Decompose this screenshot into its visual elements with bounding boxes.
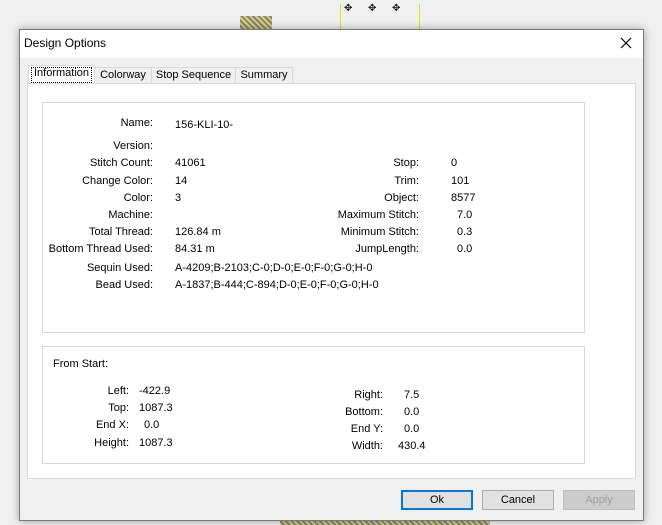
object-label: Object:	[384, 192, 419, 204]
bottom-value: 0.0	[404, 406, 420, 418]
top-value: 1087.3	[139, 402, 173, 414]
end-x-value: 0.0	[144, 419, 160, 431]
left-value: -422.9	[139, 385, 171, 397]
embroidery-fragment-top-left	[240, 16, 272, 30]
minimum-stitch-label: Minimum Stitch:	[340, 226, 419, 238]
tab-label: Colorway	[100, 69, 146, 81]
object-value: 8577	[451, 192, 476, 204]
total-thread-label: Total Thread:	[88, 226, 153, 238]
right-value: 7.5	[404, 389, 420, 401]
version-label: Version:	[113, 140, 153, 152]
change-color-value: 14	[175, 175, 188, 187]
bead-used-label: Bead Used:	[95, 279, 153, 291]
information-panel: Name: 156-KLI-10- Version: Stitch Count:…	[27, 83, 636, 479]
bottom-thread-label: Bottom Thread Used:	[48, 243, 153, 255]
tab-label: Stop Sequence	[155, 69, 232, 81]
jump-length-value: 0.0	[457, 243, 473, 255]
name-value: 156-KLI-10-	[175, 119, 234, 131]
ok-button[interactable]: Ok	[401, 490, 473, 510]
height-value: 1087.3	[139, 437, 173, 449]
end-y-value: 0.0	[404, 423, 420, 435]
end-x-label: End X:	[95, 419, 129, 431]
close-icon	[620, 37, 632, 49]
stop-label: Stop:	[393, 157, 419, 169]
bottom-thread-value: 84.31 m	[175, 243, 215, 255]
change-color-label: Change Color:	[82, 175, 153, 187]
sequin-used-label: Sequin Used:	[86, 262, 153, 274]
apply-button[interactable]: Apply	[563, 490, 635, 510]
title-bar: Design Options	[20, 30, 643, 58]
from-start-heading: From Start:	[53, 358, 109, 370]
tab-label: Summary	[240, 69, 288, 81]
cancel-button[interactable]: Cancel	[482, 490, 554, 510]
height-label: Height:	[94, 437, 129, 449]
minimum-stitch-value: 0.3	[457, 226, 473, 238]
ornament-icon: ✥	[344, 3, 353, 14]
ornament-icon: ✥	[392, 3, 401, 14]
tab-stop-sequence[interactable]: Stop Sequence	[151, 67, 236, 84]
trim-label: Trim:	[394, 175, 419, 187]
tab-colorway[interactable]: Colorway	[94, 67, 152, 84]
color-value: 3	[175, 192, 182, 204]
stitch-count-value: 41061	[175, 157, 206, 169]
width-label: Width:	[351, 440, 383, 452]
name-label: Name:	[120, 117, 153, 129]
stitch-count-label: Stitch Count:	[90, 157, 153, 169]
sequin-used-value: A-4209;B-2103;C-0;D-0;E-0;F-0;G-0;H-0	[175, 262, 373, 274]
maximum-stitch-value: 7.0	[457, 209, 473, 221]
selection-line-right	[419, 4, 420, 29]
color-label: Color:	[123, 192, 153, 204]
selection-line-left	[340, 4, 341, 29]
right-label: Right:	[354, 389, 383, 401]
width-value: 430.4	[398, 440, 426, 452]
tab-information[interactable]: Information	[28, 65, 95, 84]
dialog-title: Design Options	[24, 36, 107, 50]
stop-value: 0	[451, 157, 458, 169]
close-button[interactable]	[617, 34, 635, 52]
left-label: Left:	[107, 385, 129, 397]
machine-label: Machine:	[108, 209, 153, 221]
ornament-icon: ✥	[368, 3, 377, 14]
tab-focus-rect	[31, 67, 92, 83]
maximum-stitch-label: Maximum Stitch:	[337, 209, 419, 221]
top-label: Top:	[108, 402, 129, 414]
tab-summary[interactable]: Summary	[235, 67, 293, 84]
bead-used-value: A-1837;B-444;C-894;D-0;E-0;F-0;G-0;H-0	[175, 279, 379, 291]
end-y-label: End Y:	[350, 423, 383, 435]
design-options-dialog: Design Options Information Colorway Stop…	[19, 29, 644, 521]
from-start-group: From Start: Left: -422.9 Top: 1087.3 End…	[42, 346, 585, 464]
design-info-group: Name: 156-KLI-10- Version: Stitch Count:…	[42, 102, 585, 333]
total-thread-value: 126.84 m	[175, 226, 221, 238]
jump-length-label: JumpLength:	[355, 243, 419, 255]
trim-value: 101	[451, 175, 470, 187]
bottom-label: Bottom:	[345, 406, 383, 418]
